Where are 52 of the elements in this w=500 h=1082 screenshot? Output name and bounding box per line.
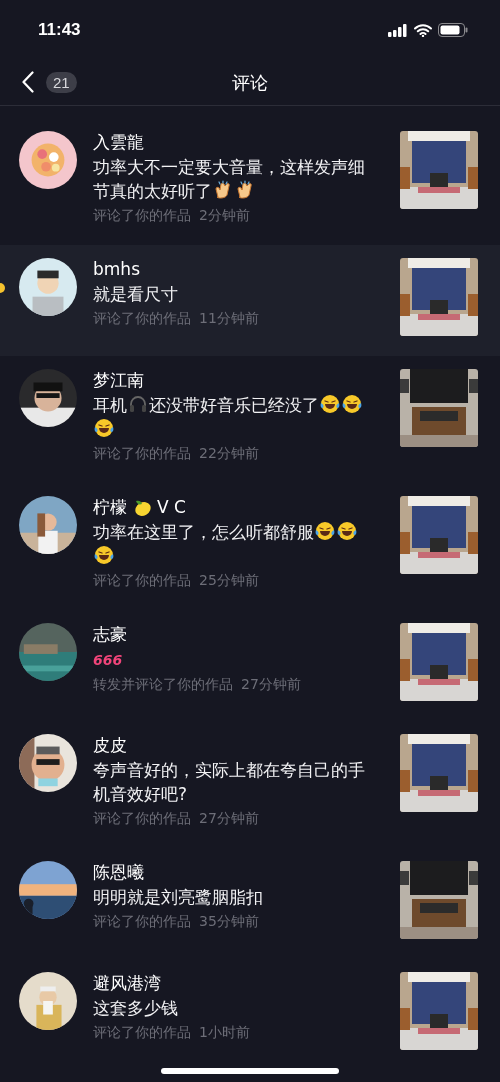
user-name[interactable]: V C xyxy=(157,496,186,518)
back-icon[interactable] xyxy=(22,71,34,93)
comment-text: 明明就是刘亮鹭胭脂扣 xyxy=(93,887,263,907)
laughing-face-icon xyxy=(320,394,340,414)
laughing-face-icon xyxy=(337,521,357,541)
timestamp: 11分钟前 xyxy=(199,309,259,328)
laughing-face-icon xyxy=(342,394,362,414)
comment-text: 还没带好音乐已经没了 xyxy=(149,395,319,415)
sticker-text: 666 xyxy=(93,652,123,668)
activity-text: 转发并评论了你的作品 xyxy=(93,675,233,694)
timestamp: 35分钟前 xyxy=(199,912,259,931)
user-name[interactable]: 入雲龍 xyxy=(93,131,144,153)
user-name[interactable]: 柠檬 xyxy=(93,496,127,518)
timestamp: 25分钟前 xyxy=(199,571,259,590)
timestamp: 27分钟前 xyxy=(241,675,301,694)
highlighted-row[interactable]: bmhs 就是看尺寸 评论了你的作品 11分钟前 xyxy=(0,245,500,356)
comment-text: 这套多少钱 xyxy=(93,998,178,1018)
activity-text: 评论了你的作品 xyxy=(93,1023,191,1042)
wifi-icon xyxy=(414,23,432,37)
activity-text: 评论了你的作品 xyxy=(93,571,191,590)
user-name[interactable]: bmhs xyxy=(93,258,140,280)
status-time: 11:43 xyxy=(38,20,81,40)
laughing-face-icon xyxy=(94,418,114,438)
timestamp: 22分钟前 xyxy=(199,444,259,463)
clapping-hands-icon xyxy=(213,180,233,200)
comment-text: 耳机 xyxy=(93,395,127,415)
comment-text: 夸声音好的，实际上都在夸自己的手机音效好吧? xyxy=(93,760,365,804)
unread-count-badge: 21 xyxy=(46,71,77,93)
timestamp: 2分钟前 xyxy=(199,206,250,225)
activity-text: 评论了你的作品 xyxy=(93,444,191,463)
activity-text: 评论了你的作品 xyxy=(93,309,191,328)
battery-icon xyxy=(438,23,468,37)
activity-text: 评论了你的作品 xyxy=(93,912,191,931)
clapping-hands-icon xyxy=(235,180,255,200)
user-name[interactable]: 避风港湾 xyxy=(93,972,161,994)
user-name[interactable]: 皮皮 xyxy=(93,734,127,756)
laughing-face-icon xyxy=(94,545,114,565)
timestamp: 27分钟前 xyxy=(199,809,259,828)
activity-text: 评论了你的作品 xyxy=(93,206,191,225)
signal-icon xyxy=(388,23,408,37)
activity-text: 评论了你的作品 xyxy=(93,809,191,828)
comment-text: 功率在这里了，怎么听都舒服 xyxy=(93,522,314,542)
timestamp: 1小时前 xyxy=(199,1023,250,1042)
headphones-icon xyxy=(128,394,148,414)
user-name[interactable]: 梦江南 xyxy=(93,369,144,391)
user-name[interactable]: 志豪 xyxy=(93,623,127,645)
comment-text: 功率大不一定要大音量，这样发声细 xyxy=(93,157,365,177)
page-title: 评论 xyxy=(232,70,268,95)
comment-text: 就是看尺寸 xyxy=(93,284,178,304)
laughing-face-icon xyxy=(315,521,335,541)
user-name[interactable]: 陈恩曦 xyxy=(93,861,144,883)
comment-text: 节真的太好听了 xyxy=(93,181,212,201)
